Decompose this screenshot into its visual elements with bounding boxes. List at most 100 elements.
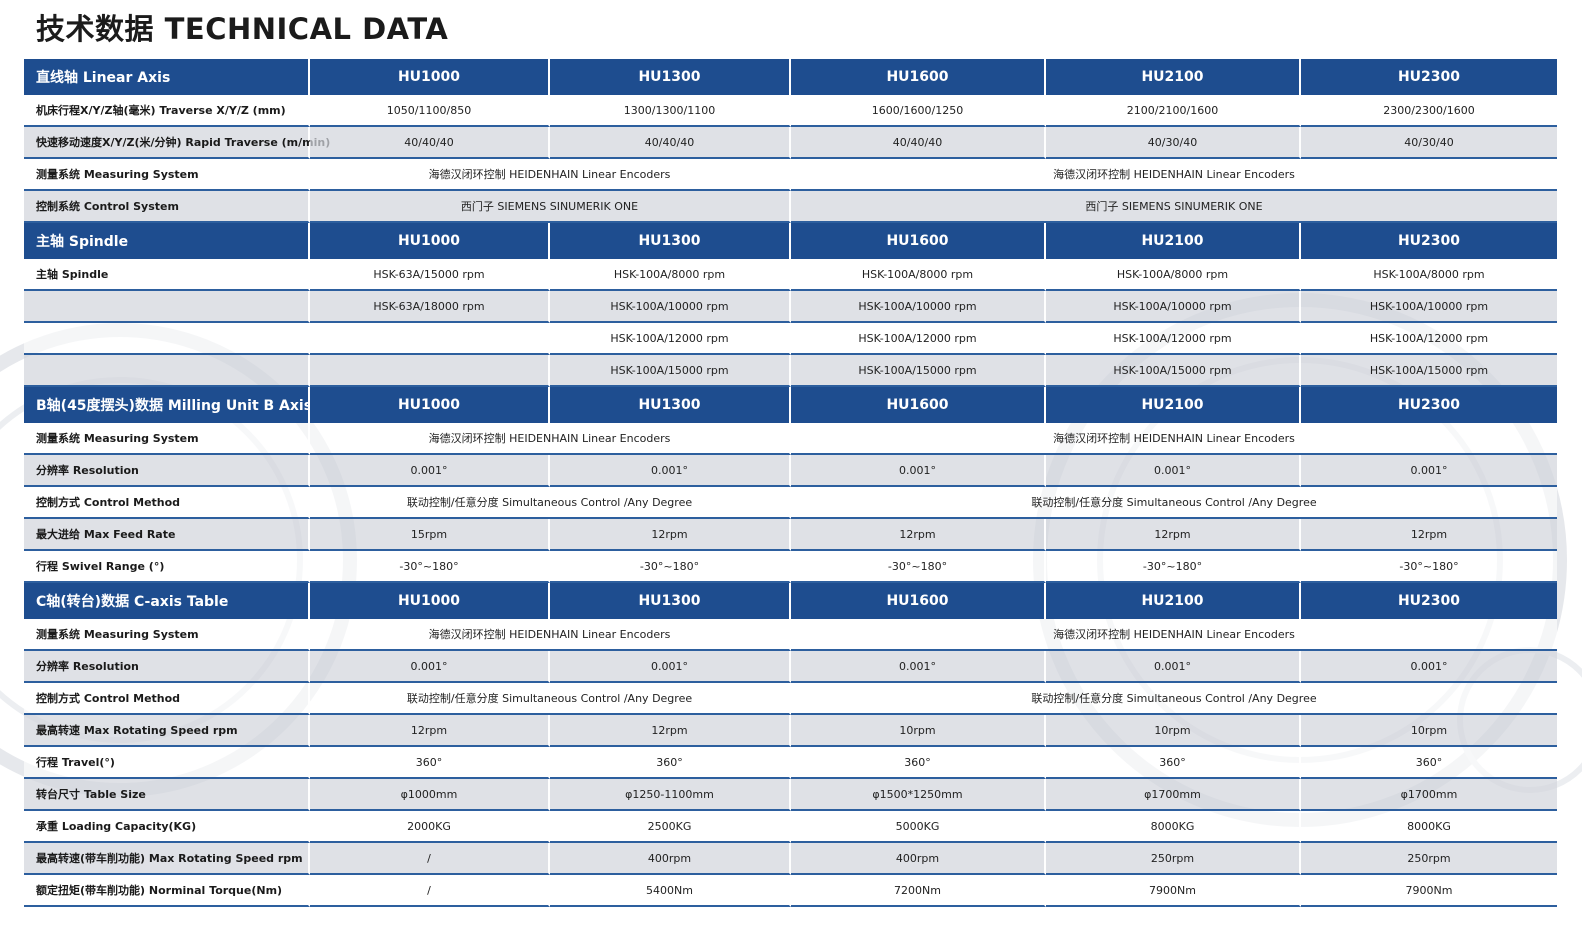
value-cell: HSK-100A/12000 rpm <box>791 323 1046 355</box>
model-header: HU1000 <box>310 387 550 423</box>
value-cell: 0.001° <box>550 651 791 683</box>
row-label: 行程 Swivel Range (°) <box>24 551 310 583</box>
value-cell: 40/40/40 <box>550 127 791 159</box>
table-row: 承重 Loading Capacity(KG) 2000KG 2500KG 50… <box>24 811 1559 843</box>
value-cell: 10rpm <box>1301 715 1557 747</box>
value-cell: -30°~180° <box>310 551 550 583</box>
model-header: HU1300 <box>550 583 791 619</box>
table-row: 主轴 Spindle HSK-63A/15000 rpm HSK-100A/80… <box>24 259 1559 291</box>
row-label: 测量系统 Measuring System <box>24 423 310 455</box>
value-cell: 360° <box>791 747 1046 779</box>
row-label: 控制方式 Control Method <box>24 683 310 715</box>
value-cell: 10rpm <box>1046 715 1301 747</box>
value-cell: φ1250-1100mm <box>550 779 791 811</box>
value-cell: -30°~180° <box>791 551 1046 583</box>
value-cell: 联动控制/任意分度 Simultaneous Control /Any Degr… <box>310 683 791 715</box>
value-cell: / <box>310 875 550 907</box>
value-cell: 8000KG <box>1301 811 1557 843</box>
table-row: 行程 Travel(°) 360° 360° 360° 360° 360° <box>24 747 1559 779</box>
value-cell: 海德汉闭环控制 HEIDENHAIN Linear Encoders <box>310 423 791 455</box>
value-cell: 7200Nm <box>791 875 1046 907</box>
row-label <box>24 323 310 355</box>
row-label: 控制方式 Control Method <box>24 487 310 519</box>
value-cell: 2100/2100/1600 <box>1046 95 1301 127</box>
row-label: 最大进给 Max Feed Rate <box>24 519 310 551</box>
model-header: HU2300 <box>1301 387 1557 423</box>
value-cell: -30°~180° <box>1046 551 1301 583</box>
value-cell: 0.001° <box>1301 651 1557 683</box>
value-cell: 360° <box>550 747 791 779</box>
section-header-linear-axis: 直线轴 Linear Axis HU1000 HU1300 HU1600 HU2… <box>24 59 1559 95</box>
value-cell: 40/30/40 <box>1046 127 1301 159</box>
value-cell: 0.001° <box>310 455 550 487</box>
model-header: HU1300 <box>550 387 791 423</box>
section-title: C轴(转台)数据 C-axis Table <box>24 583 310 619</box>
value-cell: 400rpm <box>791 843 1046 875</box>
table-row: HSK-63A/18000 rpm HSK-100A/10000 rpm HSK… <box>24 291 1559 323</box>
value-cell: 海德汉闭环控制 HEIDENHAIN Linear Encoders <box>791 159 1557 191</box>
value-cell: 250rpm <box>1301 843 1557 875</box>
model-header: HU2300 <box>1301 59 1557 95</box>
value-cell: HSK-100A/12000 rpm <box>1301 323 1557 355</box>
section-title: B轴(45度摆头)数据 Milling Unit B Axis <box>24 387 312 423</box>
model-header: HU1600 <box>791 583 1046 619</box>
value-cell: HSK-63A/15000 rpm <box>310 259 550 291</box>
section-header-spindle: 主轴 Spindle HU1000 HU1300 HU1600 HU2100 H… <box>24 223 1559 259</box>
value-cell: 0.001° <box>1046 651 1301 683</box>
section-title: 直线轴 Linear Axis <box>24 59 310 95</box>
value-cell: 2500KG <box>550 811 791 843</box>
row-label: 测量系统 Measuring System <box>24 619 310 651</box>
row-label: 快速移动速度X/Y/Z(米/分钟) Rapid Traverse (m/min) <box>24 127 330 159</box>
value-cell: 12rpm <box>550 715 791 747</box>
value-cell: HSK-100A/10000 rpm <box>1046 291 1301 323</box>
row-label <box>24 291 310 323</box>
table-row: 控制方式 Control Method 联动控制/任意分度 Simultaneo… <box>24 683 1559 715</box>
value-cell: -30°~180° <box>1301 551 1557 583</box>
row-label: 分辨率 Resolution <box>24 455 310 487</box>
value-cell: φ1000mm <box>310 779 550 811</box>
value-cell: 海德汉闭环控制 HEIDENHAIN Linear Encoders <box>791 619 1557 651</box>
value-cell: 7900Nm <box>1301 875 1557 907</box>
row-label: 主轴 Spindle <box>24 259 310 291</box>
value-cell: HSK-100A/8000 rpm <box>550 259 791 291</box>
value-cell: 7900Nm <box>1046 875 1301 907</box>
value-cell: φ1700mm <box>1046 779 1301 811</box>
value-cell: HSK-100A/12000 rpm <box>550 323 791 355</box>
value-cell: 12rpm <box>550 519 791 551</box>
value-cell: HSK-100A/15000 rpm <box>791 355 1046 387</box>
value-cell: 5400Nm <box>550 875 791 907</box>
value-cell: 15rpm <box>310 519 550 551</box>
value-cell: 0.001° <box>791 455 1046 487</box>
value-cell: 12rpm <box>791 519 1046 551</box>
value-cell: HSK-100A/12000 rpm <box>1046 323 1301 355</box>
model-header: HU1000 <box>310 59 550 95</box>
model-header: HU2100 <box>1046 387 1301 423</box>
row-label: 机床行程X/Y/Z轴(毫米) Traverse X/Y/Z (mm) <box>24 95 310 127</box>
table-row: 测量系统 Measuring System 海德汉闭环控制 HEIDENHAIN… <box>24 619 1559 651</box>
value-cell: 40/40/40 <box>310 127 550 159</box>
table-row: 快速移动速度X/Y/Z(米/分钟) Rapid Traverse (m/min)… <box>24 127 1559 159</box>
model-header: HU1000 <box>310 223 550 259</box>
model-header: HU1300 <box>550 223 791 259</box>
value-cell <box>310 355 550 387</box>
value-cell: HSK-100A/15000 rpm <box>550 355 791 387</box>
value-cell: 250rpm <box>1046 843 1301 875</box>
value-cell: HSK-100A/8000 rpm <box>1046 259 1301 291</box>
value-cell: 0.001° <box>1301 455 1557 487</box>
value-cell: 联动控制/任意分度 Simultaneous Control /Any Degr… <box>310 487 791 519</box>
value-cell: 12rpm <box>310 715 550 747</box>
value-cell: HSK-63A/18000 rpm <box>310 291 550 323</box>
table-row: 最高转速 Max Rotating Speed rpm 12rpm 12rpm … <box>24 715 1559 747</box>
row-label: 承重 Loading Capacity(KG) <box>24 811 310 843</box>
page-title: 技术数据 TECHNICAL DATA <box>36 12 449 46</box>
value-cell: HSK-100A/10000 rpm <box>1301 291 1557 323</box>
value-cell: 2000KG <box>310 811 550 843</box>
value-cell: 联动控制/任意分度 Simultaneous Control /Any Degr… <box>791 487 1557 519</box>
value-cell: 海德汉闭环控制 HEIDENHAIN Linear Encoders <box>791 423 1557 455</box>
value-cell: HSK-100A/15000 rpm <box>1046 355 1301 387</box>
value-cell: φ1700mm <box>1301 779 1557 811</box>
table-row: 测量系统 Measuring System 海德汉闭环控制 HEIDENHAIN… <box>24 159 1559 191</box>
model-header: HU2300 <box>1301 583 1557 619</box>
table-row: 控制系统 Control System 西门子 SIEMENS SINUMERI… <box>24 191 1559 223</box>
model-header: HU1000 <box>310 583 550 619</box>
